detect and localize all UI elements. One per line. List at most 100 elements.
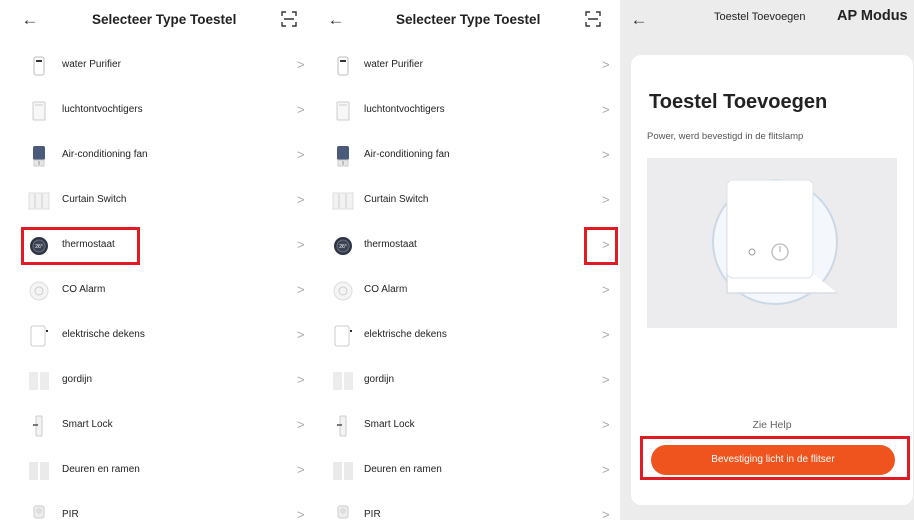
list-item[interactable]: gordijn >	[0, 359, 314, 404]
chevron-right-icon: >	[297, 192, 305, 207]
chevron-right-icon[interactable]: >	[602, 101, 610, 119]
card-title: Toestel Toevoegen	[649, 91, 828, 113]
water-purifier-icon	[337, 56, 349, 76]
back-arrow-icon[interactable]: ←	[20, 10, 40, 30]
list-item[interactable]: 26° thermostaat >	[314, 224, 620, 269]
list-item-label: Air-conditioning fan	[62, 149, 148, 160]
scan-icon[interactable]	[281, 11, 297, 27]
list-item[interactable]: CO Alarm >	[314, 269, 620, 314]
chevron-right-icon[interactable]: >	[602, 326, 610, 344]
list-item[interactable]: Air-conditioning fan >	[314, 134, 620, 179]
electric-blanket-icon	[334, 325, 352, 347]
chevron-right-icon[interactable]: >	[602, 146, 610, 164]
chevron-right-icon: >	[297, 102, 305, 117]
list-item-label: elektrische dekens	[364, 329, 447, 340]
chevron-right-icon: >	[297, 327, 305, 342]
dehumidifier-icon	[336, 101, 350, 121]
device-type-list: water Purifier > luchtontvochtigers > Ai…	[0, 44, 314, 520]
list-item-label: Air-conditioning fan	[364, 149, 450, 160]
dehumidifier-icon	[32, 101, 46, 121]
curtain-icon	[333, 372, 353, 390]
ap-mode-switch[interactable]: AP Modus	[837, 8, 908, 24]
list-item[interactable]: Smart Lock >	[314, 404, 620, 449]
thermostat-icon: 26°	[334, 237, 352, 255]
list-item-label: thermostaat	[364, 239, 417, 250]
curtain-icon	[29, 372, 49, 390]
chevron-right-icon[interactable]: >	[602, 371, 610, 389]
left-header: ← Selecteer Type Toestel	[0, 0, 314, 40]
list-item-label: Smart Lock	[364, 419, 415, 430]
list-item-label: CO Alarm	[364, 284, 408, 295]
list-item[interactable]: Deuren en ramen >	[314, 449, 620, 494]
co-alarm-icon	[29, 281, 49, 301]
right-header: ← Toestel Toevoegen AP Modus	[620, 0, 914, 40]
list-item-label: luchtontvochtigers	[364, 104, 445, 115]
list-item[interactable]: PIR >	[0, 494, 314, 520]
list-item[interactable]: water Purifier >	[314, 44, 620, 89]
list-item[interactable]: Curtain Switch >	[0, 179, 314, 224]
list-item[interactable]: Curtain Switch >	[314, 179, 620, 224]
scan-icon[interactable]	[585, 11, 601, 27]
back-arrow-icon[interactable]: ←	[326, 10, 346, 30]
water-purifier-icon	[33, 56, 45, 76]
svg-text:26°: 26°	[339, 244, 347, 250]
list-item[interactable]: elektrische dekens >	[314, 314, 620, 359]
list-item-label: PIR	[364, 509, 381, 520]
pir-sensor-icon	[337, 505, 349, 519]
curtain-switch-icon	[28, 192, 50, 210]
page-title: Selecteer Type Toestel	[396, 12, 541, 27]
chevron-right-icon: >	[297, 417, 305, 432]
chevron-right-icon: >	[297, 507, 305, 520]
back-arrow-icon[interactable]: ←	[629, 10, 649, 30]
list-item[interactable]: Smart Lock >	[0, 404, 314, 449]
device-illustration	[647, 158, 897, 328]
middle-header: ← Selecteer Type Toestel	[314, 0, 620, 40]
smart-lock-icon	[337, 415, 347, 437]
list-item-label: Curtain Switch	[62, 194, 127, 205]
list-item[interactable]: Air-conditioning fan >	[0, 134, 314, 179]
list-item[interactable]: PIR >	[314, 494, 620, 520]
page-title: Selecteer Type Toestel	[92, 12, 237, 27]
pir-sensor-icon	[33, 505, 45, 519]
curtain-switch-icon	[332, 192, 354, 210]
highlight-confirm-button	[640, 436, 910, 480]
list-item[interactable]: water Purifier >	[0, 44, 314, 89]
list-item-label: Deuren en ramen	[364, 464, 442, 475]
chevron-right-icon[interactable]: >	[602, 506, 610, 520]
chevron-right-icon: >	[297, 282, 305, 297]
card-subtitle: Power, werd bevestigd in de flitslamp	[647, 131, 804, 142]
chevron-right-icon[interactable]: >	[602, 281, 610, 299]
list-item[interactable]: gordijn >	[314, 359, 620, 404]
list-item-label: Deuren en ramen	[62, 464, 140, 475]
list-item[interactable]: luchtontvochtigers >	[314, 89, 620, 134]
chevron-right-icon: >	[297, 462, 305, 477]
left-screen: ← Selecteer Type Toestel water Purifier …	[0, 0, 314, 520]
right-screen: ← Toestel Toevoegen AP Modus Toestel Toe…	[620, 0, 914, 520]
chevron-right-icon[interactable]: >	[602, 461, 610, 479]
middle-screen: ← Selecteer Type Toestel water Purifier …	[314, 0, 620, 520]
list-item-label: gordijn	[62, 374, 93, 385]
smart-lock-icon	[33, 415, 43, 437]
list-item-label: PIR	[62, 509, 79, 520]
list-item[interactable]: luchtontvochtigers >	[0, 89, 314, 134]
help-link[interactable]: Zie Help	[631, 419, 913, 431]
chevron-right-icon[interactable]: >	[602, 191, 610, 209]
chevron-right-icon: >	[297, 237, 305, 252]
highlight-thermostat-row	[21, 227, 140, 265]
list-item-label: luchtontvochtigers	[62, 104, 143, 115]
chevron-right-icon[interactable]: >	[602, 56, 610, 74]
door-window-sensor-icon	[333, 462, 353, 480]
list-item[interactable]: Deuren en ramen >	[0, 449, 314, 494]
list-item-label: CO Alarm	[62, 284, 106, 295]
chevron-right-icon: >	[297, 372, 305, 387]
chevron-right-icon[interactable]: >	[602, 416, 610, 434]
air-conditioning-fan-icon	[33, 146, 45, 167]
flashing-light-illustration-icon	[712, 179, 838, 305]
list-item[interactable]: CO Alarm >	[0, 269, 314, 314]
list-item-label: elektrische dekens	[62, 329, 145, 340]
list-item[interactable]: elektrische dekens >	[0, 314, 314, 359]
highlight-thermostat-chevron	[584, 227, 618, 265]
chevron-right-icon: >	[297, 57, 305, 72]
co-alarm-icon	[333, 281, 353, 301]
list-item-label: Smart Lock	[62, 419, 113, 430]
